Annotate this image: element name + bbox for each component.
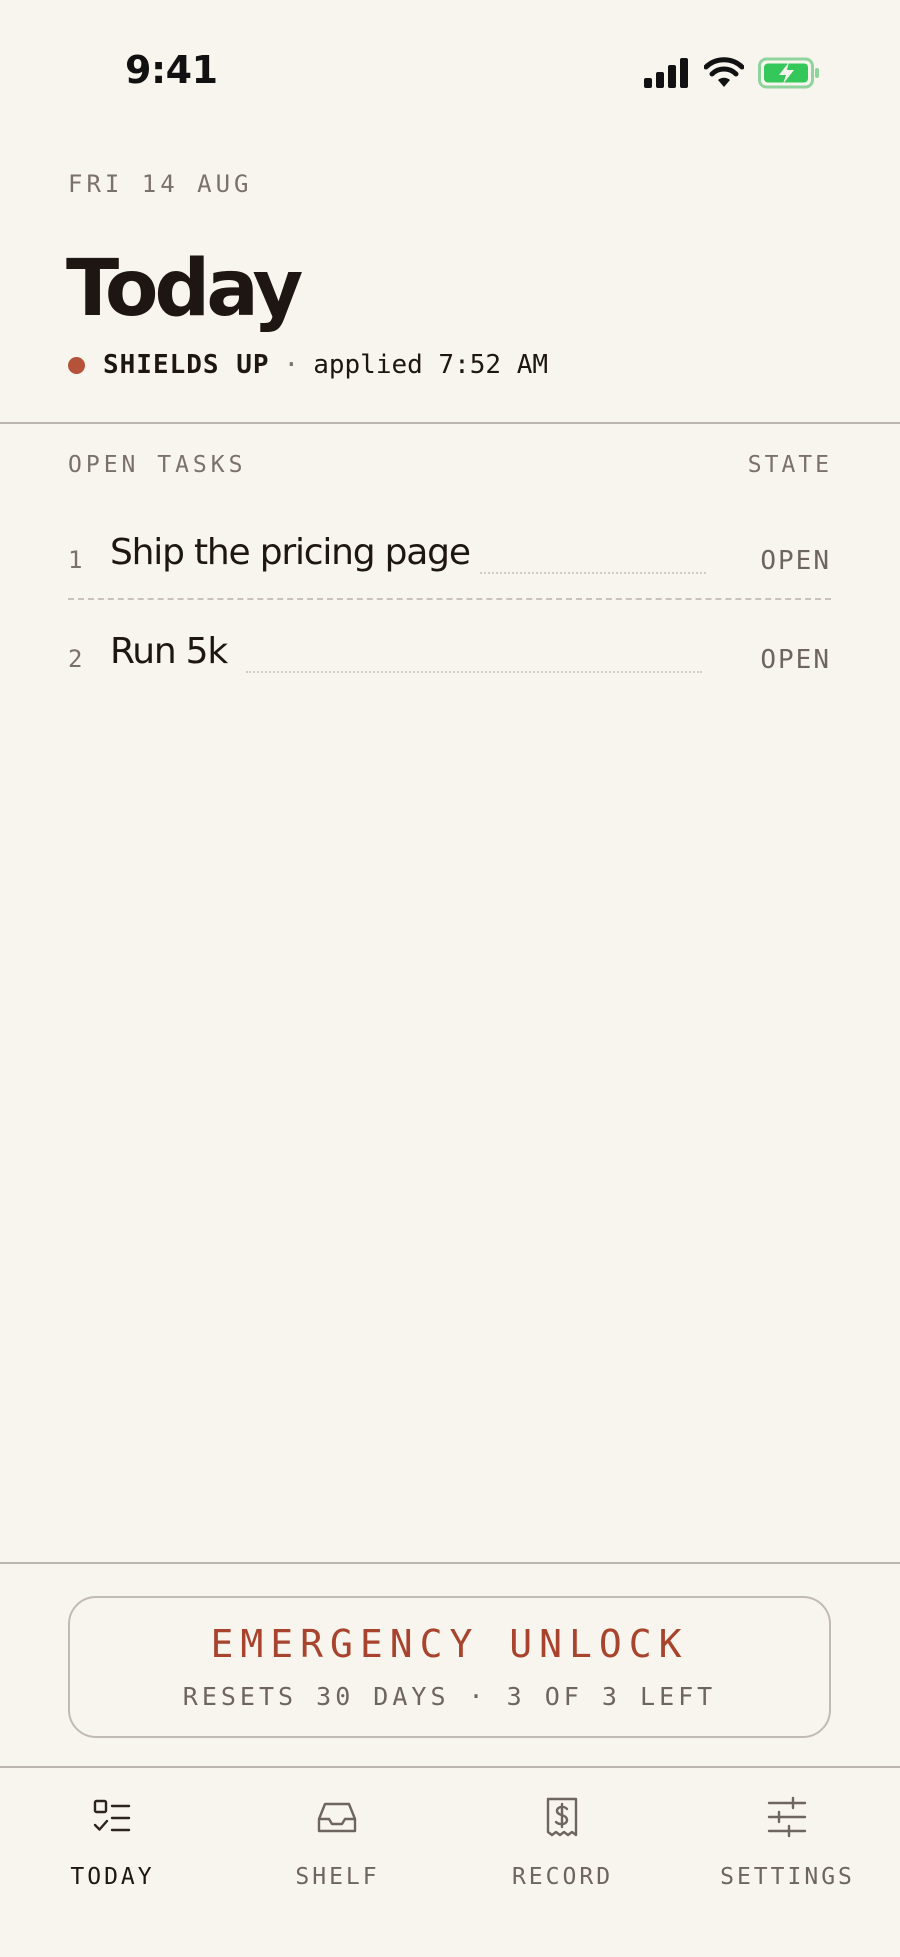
battery-charging-icon xyxy=(758,57,819,89)
task-row-separator xyxy=(68,598,831,600)
task-number: 1 xyxy=(68,546,83,574)
cellular-signal-icon xyxy=(644,58,688,88)
wifi-icon xyxy=(704,57,744,87)
tab-settings[interactable]: SETTINGS xyxy=(675,1768,900,1898)
header-divider xyxy=(0,422,900,424)
tab-settings-label: SETTINGS xyxy=(720,1864,855,1890)
task-leader-dots xyxy=(246,671,702,673)
task-row[interactable]: 2 Run 5k OPEN xyxy=(68,621,831,681)
task-state: OPEN xyxy=(760,546,831,576)
emergency-unlock-button[interactable]: EMERGENCY UNLOCK RESETS 30 DAYS · 3 OF 3… xyxy=(68,1596,831,1738)
task-title: Ship the pricing page xyxy=(110,532,471,573)
task-row[interactable]: 1 Ship the pricing page OPEN xyxy=(68,522,831,582)
page-title: Today xyxy=(66,244,303,334)
shield-state: SHIELDS UP xyxy=(103,350,270,380)
task-state: OPEN xyxy=(760,645,831,675)
tab-today[interactable]: TODAY xyxy=(0,1768,225,1898)
shield-separator: · xyxy=(283,350,300,380)
tab-record-label: RECORD xyxy=(511,1864,614,1890)
tab-bar: TODAY SHELF RECORD SETTINGS xyxy=(0,1768,900,1957)
tab-record[interactable]: RECORD xyxy=(450,1768,675,1898)
state-header: STATE xyxy=(747,452,832,478)
status-icons xyxy=(644,56,820,90)
emergency-unlock-label: EMERGENCY UNLOCK xyxy=(210,1622,689,1666)
status-bar: 9:41 xyxy=(0,0,900,150)
shield-status-dot xyxy=(68,356,85,374)
tab-shelf[interactable]: SHELF xyxy=(225,1768,450,1898)
date-label: FRI 14 AUG xyxy=(68,170,253,198)
shield-status: SHIELDS UP · applied 7:52 AM xyxy=(68,350,548,380)
emergency-unlock-subtitle: RESETS 30 DAYS · 3 OF 3 LEFT xyxy=(182,1682,717,1711)
tab-shelf-label: SHELF xyxy=(295,1864,380,1890)
shield-applied-time: applied 7:52 AM xyxy=(313,350,549,380)
task-number: 2 xyxy=(68,645,83,673)
open-tasks-header: OPEN TASKS xyxy=(68,452,247,478)
inbox-tray-icon xyxy=(317,1802,357,1833)
task-leader-dots xyxy=(480,572,706,574)
tab-today-label: TODAY xyxy=(70,1864,155,1890)
sliders-icon xyxy=(767,1796,807,1838)
status-time: 9:41 xyxy=(125,48,218,92)
receipt-dollar-icon xyxy=(546,1797,578,1837)
footer-divider xyxy=(0,1562,900,1564)
checklist-icon xyxy=(93,1799,131,1832)
task-title: Run 5k xyxy=(110,631,228,672)
